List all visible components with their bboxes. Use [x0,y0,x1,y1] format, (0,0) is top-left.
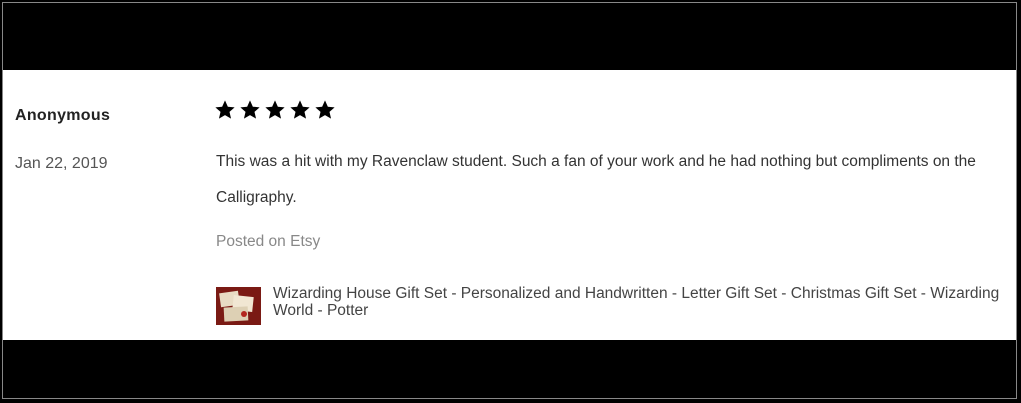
star-icon [239,99,261,121]
product-thumbnail-icon[interactable] [216,287,261,325]
product-link[interactable]: Wizarding House Gift Set - Personalized … [216,285,1006,325]
star-icon [264,99,286,121]
product-title[interactable]: Wizarding House Gift Set - Personalized … [273,285,1006,319]
reviewer-name: Anonymous [15,107,111,124]
review-date: Jan 22, 2019 [15,155,108,172]
star-icon [214,99,236,121]
star-icon [314,99,336,121]
review-text: This was a hit with my Ravenclaw student… [216,153,976,206]
star-icon [289,99,311,121]
star-rating [214,99,336,121]
review-card: Anonymous Jan 22, 2019 This was a hit wi… [3,70,1016,340]
posted-on-label: Posted on Etsy [216,233,321,250]
